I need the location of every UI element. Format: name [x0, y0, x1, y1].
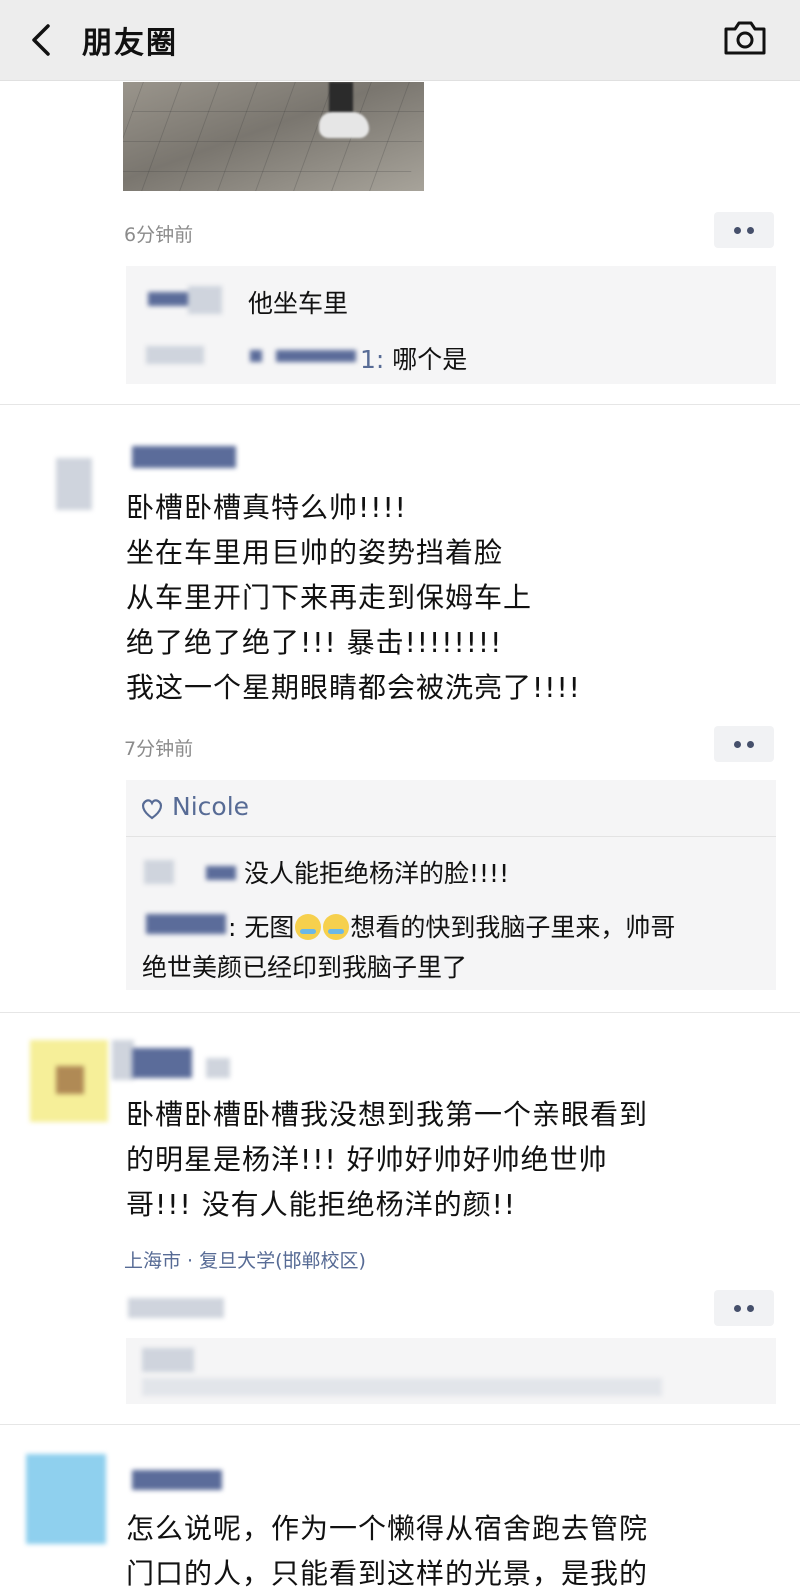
post-line: 门口的人，只能看到这样的光景，是我的 [126, 1557, 649, 1590]
crying-emoji-icon [295, 914, 322, 940]
heart-icon [141, 799, 163, 820]
post-line: 卧槽卧槽真特么帅!!!! [126, 491, 407, 524]
crying-emoji-icon [323, 914, 350, 940]
page-title: 朋友圈 [82, 26, 178, 61]
blurred-username[interactable] [132, 1470, 222, 1490]
post-line: 绝了绝了绝了!!! 暴击!!!!!!!! [126, 626, 503, 659]
comment-text: 哪个是 [392, 345, 468, 374]
comment-text: : 无图 想看的快到我脑子里来，帅哥 [228, 913, 676, 942]
more-dots-icon [734, 1305, 741, 1312]
avatar[interactable] [56, 458, 92, 510]
back-arrow-icon[interactable] [28, 20, 56, 60]
post-line: 怎么说呢，作为一个懒得从宿舍跑去管院 [126, 1512, 649, 1545]
more-dots-icon [734, 227, 741, 234]
comment-box: 他坐车里 1: 哪个是 [126, 266, 776, 384]
blurred-username [146, 346, 204, 364]
divider [0, 1424, 800, 1425]
post-time: 7分钟前 [124, 738, 194, 760]
divider [126, 836, 776, 837]
more-dots-icon [734, 741, 741, 748]
more-button[interactable] [714, 212, 774, 248]
location-link[interactable]: 上海市 · 复旦大学(邯郸校区) [124, 1246, 366, 1273]
post-line: 的明星是杨洋!!! 好帅好帅好帅绝世帅 [126, 1143, 608, 1176]
camera-icon[interactable] [722, 18, 768, 58]
post-text: 怎么说呢，作为一个懒得从宿舍跑去管院 门口的人，只能看到这样的光景，是我的 [126, 1506, 648, 1596]
post-line: 哥!!! 没有人能拒绝杨洋的颜!! [126, 1188, 517, 1221]
blurred-username[interactable] [132, 446, 236, 468]
post-line: 我这一个星期眼睛都会被洗亮了!!!! [126, 671, 581, 704]
blurred-username [146, 914, 226, 934]
post-time: 6分钟前 [124, 224, 194, 246]
nav-bar: 朋友圈 [0, 0, 800, 81]
more-button[interactable] [714, 726, 774, 762]
blurred-username[interactable] [132, 1048, 192, 1078]
post-text: 卧槽卧槽真特么帅!!!! 坐在车里用巨帅的姿势挡着脸 从车里开门下来再走到保姆车… [126, 485, 581, 710]
divider [0, 404, 800, 405]
post-line: 从车里开门下来再走到保姆车上 [126, 581, 533, 614]
comment-text: 没人能拒绝杨洋的脸!!!! [244, 859, 510, 888]
avatar[interactable] [26, 1454, 106, 1544]
likes-name[interactable]: Nicole [172, 792, 249, 821]
post-line: 卧槽卧槽卧槽我没想到我第一个亲眼看到 [126, 1098, 649, 1131]
more-button[interactable] [714, 1290, 774, 1326]
comment-text: 他坐车里 [248, 289, 349, 318]
blurred-username [144, 860, 174, 884]
comment-text-cont: 绝世美颜已经印到我脑子里了 [142, 953, 468, 982]
comment-author[interactable]: 1: [360, 345, 384, 374]
comment-box [126, 1338, 776, 1404]
post-photo[interactable] [123, 82, 424, 191]
post-text: 卧槽卧槽卧槽我没想到我第一个亲眼看到 的明星是杨洋!!! 好帅好帅好帅绝世帅 哥… [126, 1092, 648, 1227]
blurred-time [128, 1298, 224, 1318]
divider [0, 1012, 800, 1013]
post-line: 坐在车里用巨帅的姿势挡着脸 [126, 536, 504, 569]
